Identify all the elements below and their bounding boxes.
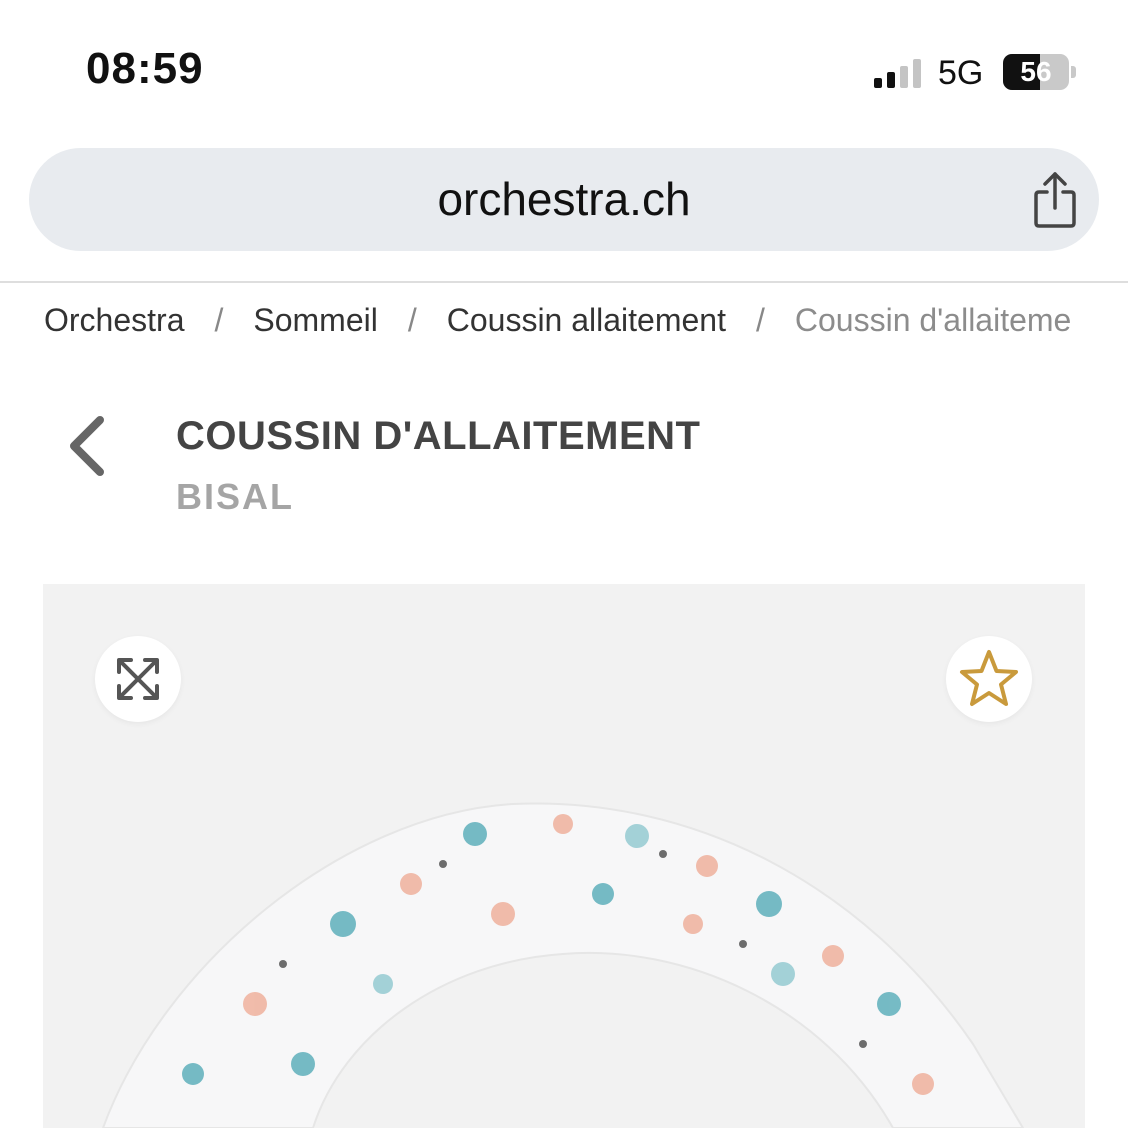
network-type: 5G <box>938 54 984 92</box>
expand-icon <box>117 658 159 700</box>
breadcrumb-item-coussin-allaitement[interactable]: Coussin allaitement <box>447 302 726 339</box>
breadcrumb: Orchestra / Sommeil / Coussin allaitement / Co… <box>44 302 1128 346</box>
address-bar[interactable]: orchestra.ch <box>29 148 1099 251</box>
battery-icon: 56 <box>1003 54 1069 90</box>
favorite-button[interactable] <box>946 636 1032 722</box>
back-button[interactable] <box>62 412 114 480</box>
breadcrumb-separator: / <box>407 302 417 338</box>
chevron-left-icon <box>70 416 104 476</box>
breadcrumb-item-orchestra[interactable]: Orchestra <box>44 302 184 339</box>
signal-strength-icon <box>874 58 924 88</box>
status-bar: 08:59 5G 56 <box>0 0 1128 140</box>
product-brand[interactable]: BISAL <box>176 476 294 518</box>
breadcrumb-separator: / <box>755 302 765 338</box>
battery-percentage: 56 <box>1020 56 1052 87</box>
battery-cap <box>1071 66 1076 78</box>
status-time: 08:59 <box>86 44 204 93</box>
star-outline-icon <box>960 650 1018 706</box>
pillow-shape <box>101 802 1025 1128</box>
breadcrumb-item-sommeil[interactable]: Sommeil <box>253 302 377 339</box>
share-button[interactable] <box>1025 168 1085 232</box>
share-icon <box>1034 172 1076 228</box>
header-divider <box>0 281 1128 283</box>
product-image <box>101 802 1025 1128</box>
breadcrumb-separator: / <box>214 302 224 338</box>
expand-image-button[interactable] <box>95 636 181 722</box>
breadcrumb-current: Coussin d'allaiteme <box>794 302 1072 338</box>
product-title: COUSSIN D'ALLAITEMENT <box>176 414 701 458</box>
product-image-panel[interactable] <box>43 584 1085 1128</box>
url-text[interactable]: orchestra.ch <box>29 172 1099 226</box>
